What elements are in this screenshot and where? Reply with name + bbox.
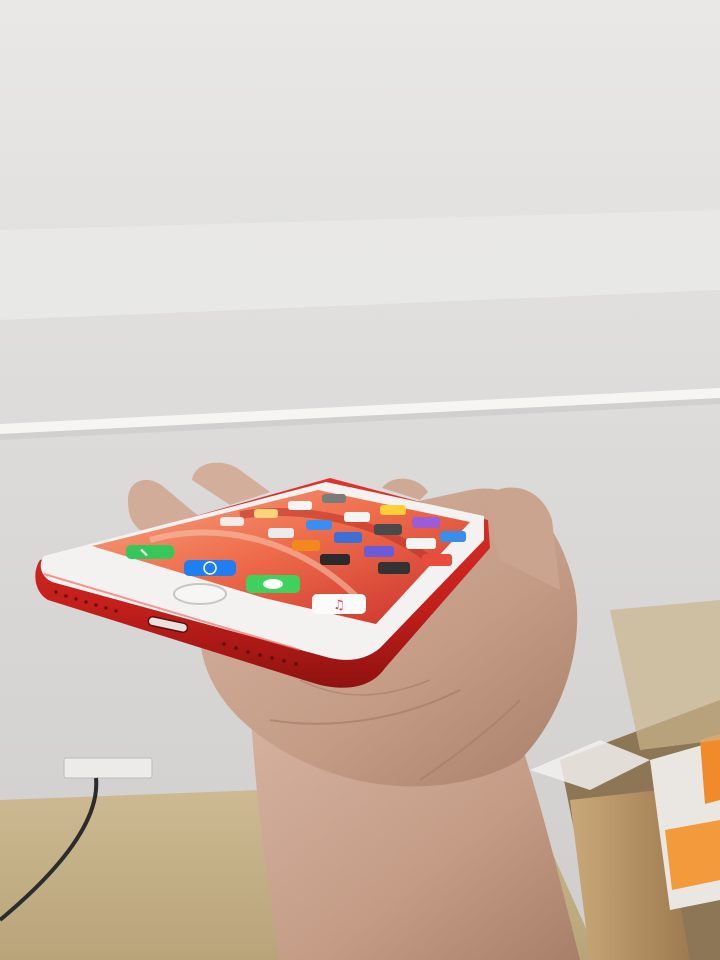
- app-icon[interactable]: [306, 520, 332, 530]
- product-box-label: [665, 820, 720, 890]
- app-icon[interactable]: [268, 528, 294, 538]
- home-button[interactable]: [173, 583, 227, 605]
- app-icon[interactable]: [378, 562, 410, 574]
- messages-glyph: [263, 579, 283, 589]
- app-icon[interactable]: [412, 517, 440, 528]
- app-icon[interactable]: [220, 517, 244, 526]
- app-icon[interactable]: [380, 505, 406, 515]
- app-icon[interactable]: [374, 524, 402, 535]
- app-icon[interactable]: [254, 509, 278, 518]
- music-glyph: ♫: [333, 598, 345, 613]
- power-outlet: [63, 757, 153, 779]
- photo-canvas: ♫: [0, 0, 720, 960]
- app-icon[interactable]: [334, 532, 362, 543]
- photo-scene: ♫: [0, 0, 720, 960]
- app-icon[interactable]: [320, 554, 350, 565]
- app-icon[interactable]: [292, 540, 320, 551]
- app-icon[interactable]: [440, 531, 466, 542]
- app-icon[interactable]: [344, 512, 370, 522]
- app-icon[interactable]: [288, 501, 312, 510]
- app-icon[interactable]: [322, 494, 346, 503]
- app-icon[interactable]: [422, 554, 452, 566]
- app-icon[interactable]: [406, 538, 436, 549]
- app-icon[interactable]: [364, 546, 394, 557]
- phone-icon[interactable]: [126, 545, 174, 559]
